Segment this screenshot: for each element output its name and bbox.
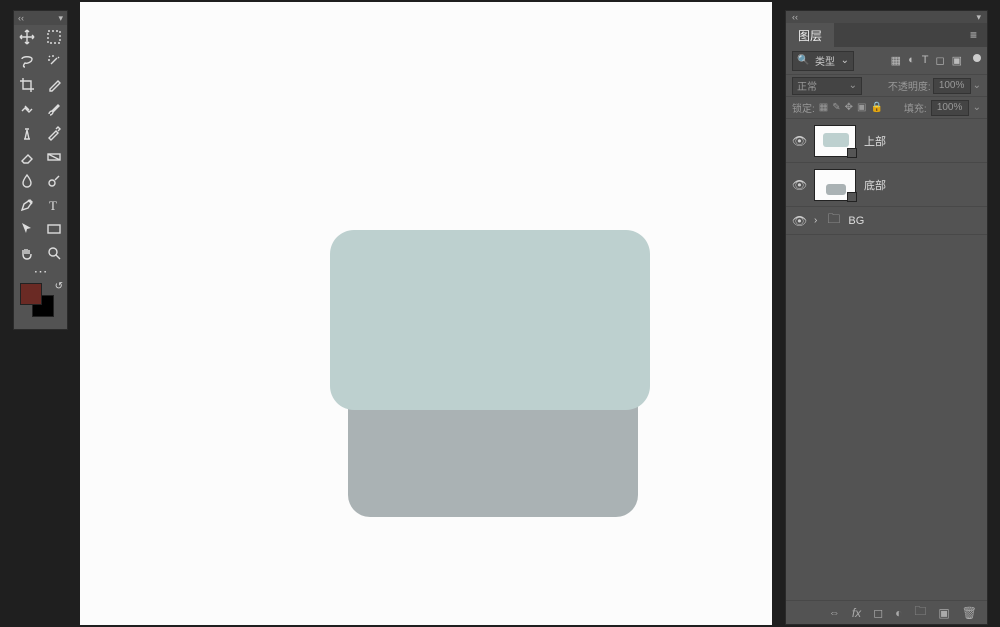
layer-list: 👁 上部 👁 底部 👁 › 🗀 BG	[786, 119, 987, 600]
tool-dodge[interactable]	[41, 169, 68, 193]
canvas[interactable]	[80, 2, 772, 625]
tool-lasso[interactable]	[14, 49, 41, 73]
tool-hand[interactable]	[14, 241, 41, 265]
opacity-label: 不透明度:	[888, 78, 931, 93]
tool-pen[interactable]	[14, 193, 41, 217]
tool-more-icon[interactable]: ⋯	[14, 265, 67, 277]
mask-icon[interactable]: ◻	[873, 606, 883, 620]
filter-type-select[interactable]: 🔍类型⌄	[792, 51, 854, 71]
tool-eyedropper[interactable]	[41, 73, 68, 97]
layers-panel-grip[interactable]: ‹‹▾	[786, 11, 987, 23]
filter-adjust-icon[interactable]: ◐	[908, 54, 915, 67]
tool-spot-heal[interactable]	[14, 97, 41, 121]
layer-row[interactable]: 👁 › 🗀 BG	[786, 207, 987, 235]
lock-pixels-icon[interactable]: ▦	[819, 102, 828, 113]
tool-eraser[interactable]	[14, 145, 41, 169]
shape-badge-icon	[847, 192, 857, 202]
tool-move[interactable]	[14, 25, 41, 49]
tool-path-select[interactable]	[14, 217, 41, 241]
lock-artboard-icon[interactable]: ▣	[857, 102, 866, 113]
tool-rectangle[interactable]	[41, 217, 68, 241]
panel-menu-icon[interactable]: ≡	[970, 28, 979, 42]
filter-icons: ▦ ◐ T ◻ ▣	[891, 54, 981, 67]
layer-thumb[interactable]	[814, 169, 856, 201]
tools-panel: ‹‹▾ T ⋯ ↺	[13, 10, 68, 330]
filter-type-icon[interactable]: T	[922, 54, 929, 67]
tool-clone[interactable]	[14, 121, 41, 145]
foreground-swatch[interactable]	[20, 283, 42, 305]
tool-brush[interactable]	[41, 97, 68, 121]
visibility-toggle-icon[interactable]: 👁	[792, 178, 806, 192]
tool-blur[interactable]	[14, 169, 41, 193]
opacity-value[interactable]: 100%	[933, 78, 971, 94]
layers-bottom-bar: ⇔ fx ◻ ◐ 🗀 ▣ 🗑	[786, 600, 987, 624]
tool-gradient[interactable]	[41, 145, 68, 169]
layer-name[interactable]: BG	[848, 215, 864, 227]
color-swatches: ↺	[14, 281, 67, 321]
filter-type-label: 类型	[815, 53, 835, 68]
new-layer-icon[interactable]: ▣	[938, 606, 949, 620]
canvas-shape-top[interactable]	[330, 230, 650, 410]
layers-panel: ‹‹▾ 图层 ≡ 🔍类型⌄ ▦ ◐ T ◻ ▣ 正常⌄ 不透明度: 100% ⌄…	[785, 10, 988, 625]
opacity-chevron-icon[interactable]: ⌄	[973, 80, 981, 91]
tool-type[interactable]: T	[41, 193, 68, 217]
group-chevron-icon[interactable]: ›	[814, 215, 817, 226]
layer-row[interactable]: 👁 上部	[786, 119, 987, 163]
lock-all-icon[interactable]: 🔒	[870, 102, 882, 113]
visibility-toggle-icon[interactable]: 👁	[792, 134, 806, 148]
fill-label: 填充:	[904, 100, 927, 115]
layer-name[interactable]: 上部	[864, 133, 886, 149]
tool-history-brush[interactable]	[41, 121, 68, 145]
filter-toggle[interactable]	[973, 54, 981, 62]
group-icon[interactable]: 🗀	[914, 602, 926, 623]
tools-grid: T	[14, 25, 67, 265]
fill-chevron-icon[interactable]: ⌄	[973, 102, 981, 113]
blend-mode-select[interactable]: 正常⌄	[792, 77, 862, 95]
lock-position-icon[interactable]: ✥	[845, 102, 853, 113]
layer-filter-row: 🔍类型⌄ ▦ ◐ T ◻ ▣	[786, 47, 987, 75]
fx-icon[interactable]: fx	[852, 606, 861, 620]
visibility-toggle-icon[interactable]: 👁	[792, 214, 806, 228]
tool-marquee[interactable]	[41, 25, 68, 49]
swap-colors-icon[interactable]: ↺	[55, 281, 63, 292]
filter-smart-icon[interactable]: ▣	[952, 54, 962, 67]
shape-badge-icon	[847, 148, 857, 158]
folder-icon: 🗀	[827, 210, 840, 232]
layer-row[interactable]: 👁 底部	[786, 163, 987, 207]
blend-opacity-row: 正常⌄ 不透明度: 100% ⌄	[786, 75, 987, 97]
tool-crop[interactable]	[14, 73, 41, 97]
trash-icon[interactable]: 🗑	[962, 606, 977, 620]
layer-name[interactable]: 底部	[864, 177, 886, 193]
tool-zoom[interactable]	[41, 241, 68, 265]
blend-mode-value: 正常	[797, 78, 817, 93]
lock-label: 锁定:	[792, 100, 815, 115]
tools-panel-header[interactable]: ‹‹▾	[14, 11, 67, 25]
layer-thumb[interactable]	[814, 125, 856, 157]
fill-value[interactable]: 100%	[931, 100, 969, 116]
layers-tabs: 图层 ≡	[786, 23, 987, 47]
filter-pixel-icon[interactable]: ▦	[891, 54, 901, 67]
link-layers-icon[interactable]: ⇔	[829, 607, 840, 619]
svg-text:T: T	[49, 198, 57, 213]
lock-row: 锁定: ▦ ✎ ✥ ▣ 🔒 填充: 100% ⌄	[786, 97, 987, 119]
lock-paint-icon[interactable]: ✎	[832, 102, 840, 113]
filter-shape-icon[interactable]: ◻	[935, 54, 944, 67]
adjustment-icon[interactable]: ◐	[895, 606, 902, 620]
tool-magic-wand[interactable]	[41, 49, 68, 73]
tab-layers[interactable]: 图层	[786, 23, 834, 47]
